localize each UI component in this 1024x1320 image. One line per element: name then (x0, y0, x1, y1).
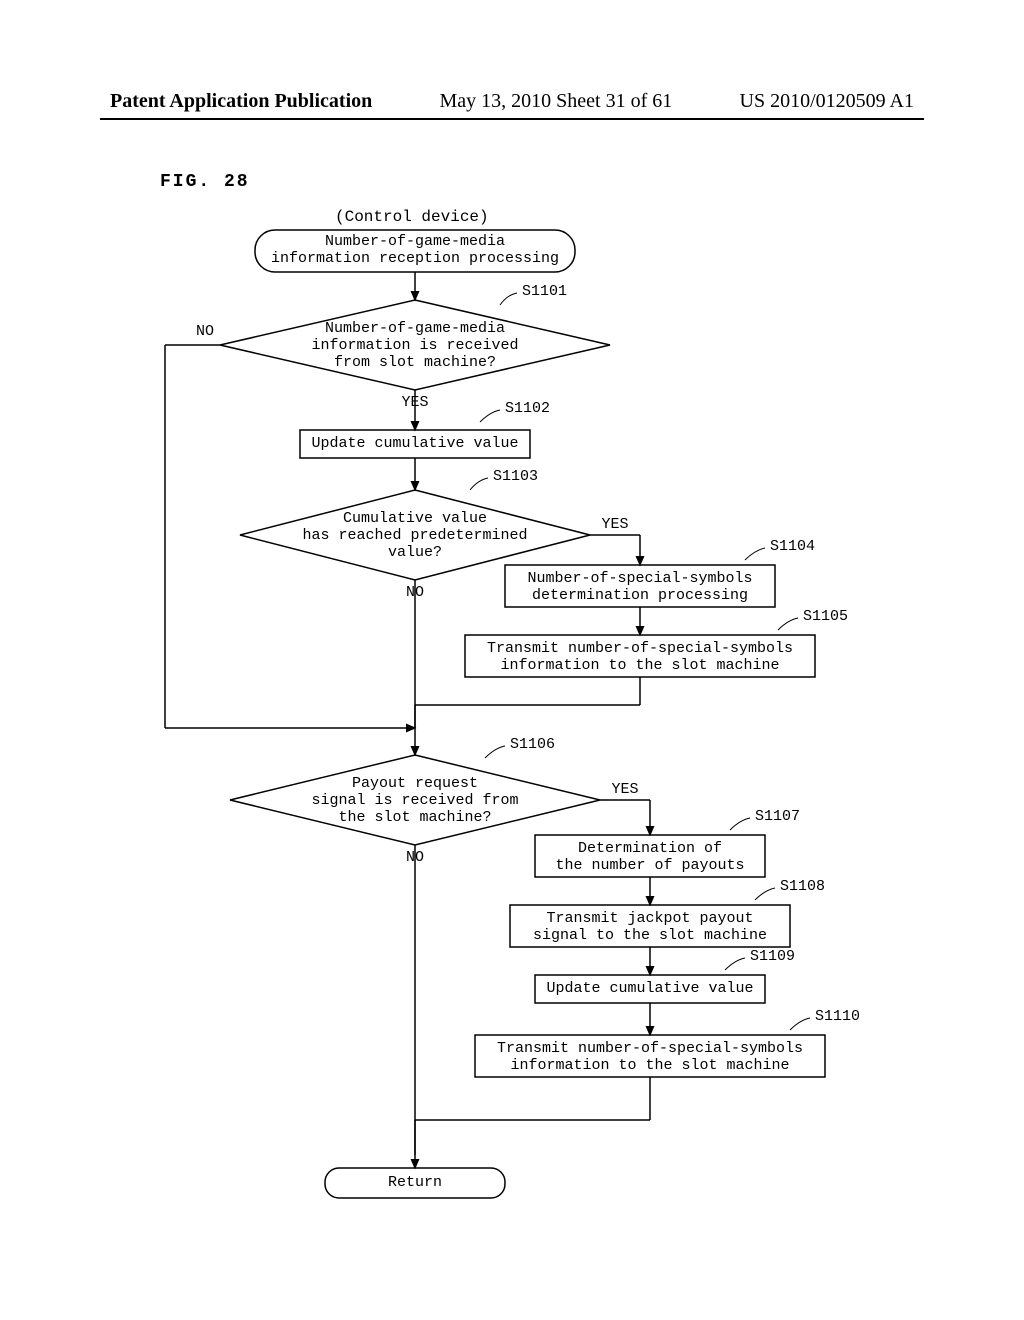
label-s1102: S1102 (505, 400, 550, 417)
text-s1104: Number-of-special-symbols determination … (505, 570, 775, 604)
text-s1108: Transmit jackpot payout signal to the sl… (510, 910, 790, 944)
label-s1101: S1101 (522, 283, 567, 300)
return-text: Return (325, 1174, 505, 1191)
text-s1105: Transmit number-of-special-symbols infor… (465, 640, 815, 674)
yes-s1103: YES (595, 516, 635, 533)
yes-s1101: YES (395, 394, 435, 411)
no-s1101: NO (190, 323, 220, 340)
page: Patent Application Publication May 13, 2… (0, 0, 1024, 1320)
text-s1102: Update cumulative value (300, 435, 530, 452)
start-text: Number-of-game-media information recepti… (255, 233, 575, 267)
text-s1110: Transmit number-of-special-symbols infor… (475, 1040, 825, 1074)
no-s1106: NO (395, 849, 435, 866)
no-s1103: NO (395, 584, 435, 601)
label-s1105: S1105 (803, 608, 848, 625)
label-s1110: S1110 (815, 1008, 860, 1025)
yes-s1106: YES (605, 781, 645, 798)
text-s1107: Determination of the number of payouts (535, 840, 765, 874)
label-s1106: S1106 (510, 736, 555, 753)
label-s1108: S1108 (780, 878, 825, 895)
label-s1109: S1109 (750, 948, 795, 965)
text-s1106: Payout request signal is received from t… (265, 775, 565, 826)
label-s1107: S1107 (755, 808, 800, 825)
text-s1101: Number-of-game-media information is rece… (265, 320, 565, 371)
text-s1103: Cumulative value has reached predetermin… (265, 510, 565, 561)
label-s1104: S1104 (770, 538, 815, 555)
text-s1109: Update cumulative value (535, 980, 765, 997)
label-s1103: S1103 (493, 468, 538, 485)
